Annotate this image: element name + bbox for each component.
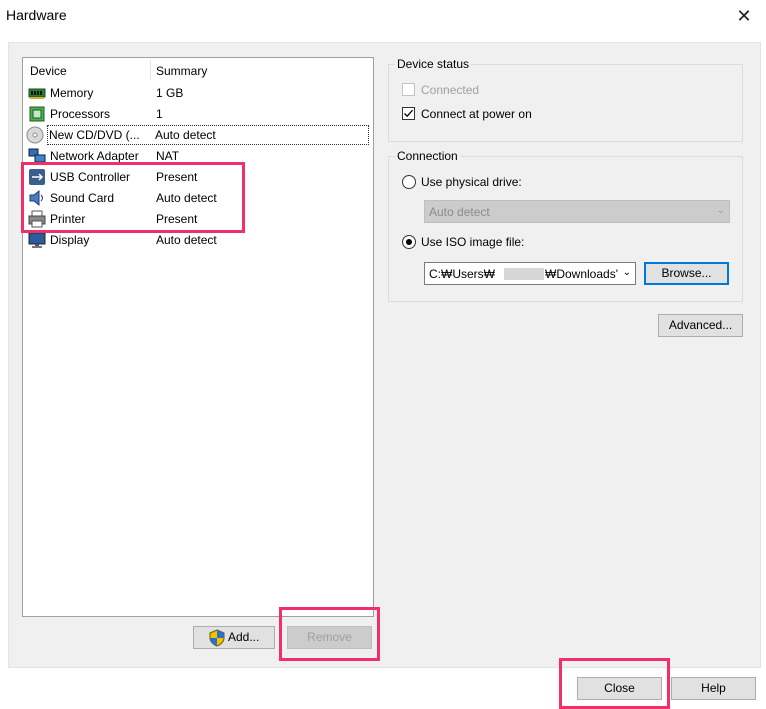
- column-divider[interactable]: [150, 60, 151, 80]
- advanced-button[interactable]: Advanced...: [658, 314, 743, 337]
- physical-drive-value: Auto detect: [429, 205, 490, 219]
- connection-title: Connection: [395, 149, 460, 163]
- device-row-sound-card[interactable]: Sound Card Auto detect: [25, 188, 371, 208]
- title-bar: Hardware ✕: [0, 0, 766, 32]
- processor-icon: [29, 106, 45, 122]
- device-name: Processors: [50, 107, 111, 121]
- device-status-group: [388, 64, 743, 142]
- device-summary: Auto detect: [156, 233, 217, 247]
- device-name: Display: [50, 233, 90, 247]
- device-summary: Present: [156, 170, 198, 184]
- device-name: Memory: [50, 86, 94, 100]
- device-column-header[interactable]: Device: [30, 64, 67, 78]
- device-summary: Auto detect: [156, 191, 217, 205]
- add-button[interactable]: Add...: [193, 626, 275, 649]
- cd-dvd-icon: [26, 126, 44, 144]
- remove-button[interactable]: Remove: [287, 626, 372, 649]
- device-row-memory[interactable]: Memory 1 GB: [25, 83, 371, 103]
- connect-at-power-on-label: Connect at power on: [421, 107, 532, 121]
- help-button[interactable]: Help: [671, 677, 756, 700]
- device-status-title: Device status: [395, 57, 472, 71]
- browse-button[interactable]: Browse...: [644, 262, 729, 285]
- use-physical-drive-label: Use physical drive:: [421, 175, 522, 189]
- connect-at-power-on-checkbox[interactable]: [402, 107, 415, 120]
- usb-controller-icon: [29, 169, 45, 185]
- window-title: Hardware: [6, 7, 67, 23]
- chevron-down-icon[interactable]: ⌄: [623, 267, 631, 278]
- device-row-usb-controller[interactable]: USB Controller Present: [25, 167, 371, 187]
- close-icon[interactable]: ✕: [731, 3, 757, 29]
- device-summary: Present: [156, 212, 198, 226]
- device-summary: 1 GB: [156, 86, 184, 100]
- device-row-printer[interactable]: Printer Present: [25, 209, 371, 229]
- device-name: Printer: [50, 212, 86, 226]
- connected-label: Connected: [421, 83, 480, 97]
- device-summary: Auto detect: [155, 128, 216, 142]
- use-physical-drive-radio[interactable]: [402, 175, 416, 189]
- printer-icon: [28, 210, 46, 228]
- sound-card-icon: [29, 189, 43, 207]
- device-list[interactable]: Device Summary Memory 1 GB Processors 1 …: [22, 57, 374, 617]
- redacted-username: [504, 268, 544, 280]
- device-row-display[interactable]: Display Auto detect: [25, 230, 371, 250]
- use-iso-image-label: Use ISO image file:: [421, 235, 525, 249]
- device-name: USB Controller: [50, 170, 131, 184]
- physical-drive-select[interactable]: Auto detect ⌄: [424, 200, 730, 223]
- iso-path-suffix: ₩Downloads': [545, 267, 618, 281]
- device-name: New CD/DVD (...: [49, 128, 140, 142]
- device-row-processors[interactable]: Processors 1: [25, 104, 371, 124]
- device-summary: NAT: [156, 149, 180, 163]
- add-button-label: Add...: [228, 630, 260, 644]
- uac-shield-icon: [209, 629, 225, 647]
- device-row-network-adapter[interactable]: Network Adapter NAT: [25, 146, 371, 166]
- memory-icon: [28, 88, 46, 99]
- device-name: Sound Card: [50, 191, 115, 205]
- connected-checkbox[interactable]: [402, 83, 415, 96]
- chevron-down-icon: ⌄: [716, 205, 725, 216]
- close-button[interactable]: Close: [577, 677, 662, 700]
- checkmark-icon: [404, 109, 413, 118]
- device-row-cd-dvd[interactable]: New CD/DVD (... Auto detect: [26, 125, 369, 145]
- device-summary: 1: [156, 107, 163, 121]
- iso-path-combo[interactable]: C:₩Users₩ ₩Downloads' ⌄: [424, 262, 636, 285]
- device-name: Network Adapter: [50, 149, 139, 163]
- use-iso-image-radio[interactable]: [402, 235, 416, 249]
- summary-column-header[interactable]: Summary: [156, 64, 207, 78]
- radio-dot-icon: [406, 239, 412, 245]
- iso-path-prefix: C:₩Users₩: [429, 267, 495, 281]
- network-adapter-icon: [28, 148, 46, 163]
- display-icon: [28, 232, 46, 248]
